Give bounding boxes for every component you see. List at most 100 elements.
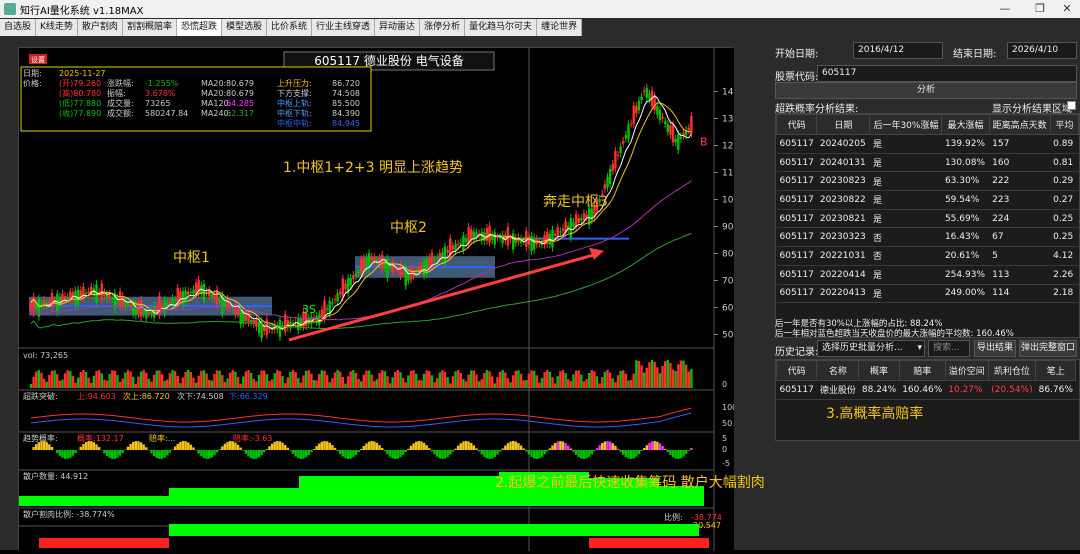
column-header[interactable]: 赔率 — [899, 361, 945, 381]
volume-bar — [520, 374, 522, 388]
info-text: 74.508 — [332, 89, 360, 98]
table-cell: 605117 — [777, 153, 817, 172]
candle-body — [625, 135, 627, 138]
volume-bar — [339, 372, 341, 388]
table-cell: 20220413 — [817, 284, 870, 303]
table-row[interactable]: 60511720230821是55.69%2240.25 — [777, 209, 1079, 228]
column-header[interactable]: 凯利仓位 — [988, 361, 1035, 381]
volume-bar — [444, 372, 446, 388]
volume-bar — [321, 370, 323, 388]
column-header[interactable]: 概率 — [859, 361, 899, 381]
tab-6[interactable]: 比价系统 — [267, 19, 312, 36]
table-cell: 16.43% — [942, 228, 989, 247]
prob-bar — [294, 450, 296, 456]
table-cell: 130.08% — [942, 153, 989, 172]
tab-7[interactable]: 行业主线穿透 — [312, 19, 375, 36]
tab-8[interactable]: 异动雷达 — [375, 19, 420, 36]
volume-bar — [187, 370, 189, 388]
volume-tick: 0 — [722, 380, 727, 389]
history-select[interactable]: 选择历史批量分析...▾ — [817, 340, 925, 357]
column-header[interactable]: 名称 — [817, 361, 859, 381]
column-header[interactable]: 距离高点天数 — [989, 115, 1050, 135]
candle-body — [635, 106, 637, 113]
prob-bar — [205, 450, 207, 459]
volume-bar — [606, 370, 608, 388]
volume-bar — [399, 372, 401, 388]
prob-bar — [350, 450, 352, 459]
column-header[interactable]: 笔上 — [1036, 361, 1076, 381]
tab-9[interactable]: 涨停分析 — [420, 19, 465, 36]
candle-body — [342, 279, 344, 297]
tab-2[interactable]: 散户割肉 — [78, 19, 123, 36]
prob-bar — [161, 450, 163, 459]
search-input[interactable]: 搜索... — [928, 340, 970, 357]
column-header[interactable]: 溢价空间 — [945, 361, 988, 381]
cut-ratio-label: 比例: — [664, 512, 683, 522]
table-row[interactable]: 605117德业股份88.24%160.46%10.27%(20.54%)86.… — [777, 381, 1080, 400]
table-row[interactable]: 60511720230323否16.43%670.25 — [777, 228, 1079, 247]
volume-bar — [281, 376, 283, 388]
candle-body — [412, 269, 414, 276]
table-cell: 0.89 — [1050, 135, 1078, 154]
volume-bar — [289, 372, 291, 388]
tab-10[interactable]: 量化趋马尔可夫 — [465, 19, 537, 36]
prob-bar — [292, 450, 294, 454]
tab-5[interactable]: 模型选股 — [222, 19, 267, 36]
info-text: 振幅: — [107, 88, 126, 98]
column-header[interactable]: 代码 — [777, 361, 817, 381]
info-text: 84.945 — [332, 119, 360, 128]
export-button[interactable]: 导出结果 — [974, 340, 1016, 357]
prob-tick: -5 — [722, 459, 730, 468]
table-row[interactable]: 60511720220414是254.93%1132.26 — [777, 265, 1079, 284]
close-icon[interactable]: ✕ — [1052, 0, 1080, 18]
prob-bar — [394, 450, 396, 459]
volume-bar — [546, 370, 548, 388]
popup-window-button[interactable]: 弹出完整窗口 — [1019, 340, 1077, 357]
stock-code-input[interactable]: 605117 — [817, 65, 1077, 82]
show-area-checkbox[interactable] — [1067, 101, 1076, 110]
table-cell: 是 — [870, 265, 942, 284]
tab-0[interactable]: 自选股 — [0, 19, 36, 36]
volume-bar — [263, 370, 265, 388]
volume-bar — [221, 375, 223, 388]
volume-bar — [604, 372, 606, 388]
prob-bar — [509, 442, 511, 450]
prob-bar — [515, 442, 517, 450]
table-cell: 86.76% — [1036, 381, 1076, 400]
table-cell: 63.30% — [942, 172, 989, 191]
prob-bar — [276, 441, 278, 450]
volume-bar — [111, 370, 113, 388]
table-row[interactable]: 60511720220413是249.00%1142.18 — [777, 284, 1079, 303]
prob-bar — [158, 450, 160, 459]
candle-body — [122, 296, 124, 307]
prob-bar — [323, 441, 325, 450]
y-tick-label: 90 — [722, 223, 734, 233]
tab-3[interactable]: 割割概赔率 — [123, 19, 177, 36]
column-header[interactable]: 代码 — [777, 115, 817, 135]
candle-body — [245, 311, 247, 321]
end-date-field[interactable]: 2026/4/10 — [1007, 42, 1077, 59]
table-row[interactable]: 60511720240131是130.08%1600.81 — [777, 153, 1079, 172]
candle-body — [234, 304, 236, 315]
minimize-icon[interactable]: — — [990, 0, 1020, 18]
table-row[interactable]: 60511720240205是139.92%1570.89 — [777, 135, 1079, 154]
candle-body — [609, 169, 611, 184]
prob-bar — [368, 442, 370, 450]
table-row[interactable]: 60511720221031否20.61%54.12 — [777, 247, 1079, 266]
column-header[interactable]: 平均 — [1050, 115, 1078, 135]
summary-table: 代码名称概率赔率溢价空间凯利仓位笔上605117德业股份88.24%160.46… — [775, 359, 1080, 441]
tab-4[interactable]: 恐慌超跌 — [177, 19, 222, 36]
table-row[interactable]: 60511720230823是63.30%2220.29 — [777, 172, 1079, 191]
tab-1[interactable]: K线走势 — [36, 19, 78, 36]
start-date-field[interactable]: 2016/4/12 — [853, 42, 943, 59]
table-row[interactable]: 60511720230822是59.54%2230.27 — [777, 191, 1079, 210]
prob-bar — [122, 450, 124, 453]
column-header[interactable]: 最大涨幅 — [942, 115, 989, 135]
prob-bar — [90, 441, 92, 450]
column-header[interactable]: 日期 — [817, 115, 870, 135]
prob-bar — [216, 450, 218, 453]
column-header[interactable]: 后一年30%涨幅 — [870, 115, 942, 135]
tab-11[interactable]: 缠论世界 — [537, 19, 582, 36]
analyze-button[interactable]: 分析 — [775, 82, 1077, 99]
maximize-icon[interactable]: ❐ — [1025, 0, 1055, 18]
